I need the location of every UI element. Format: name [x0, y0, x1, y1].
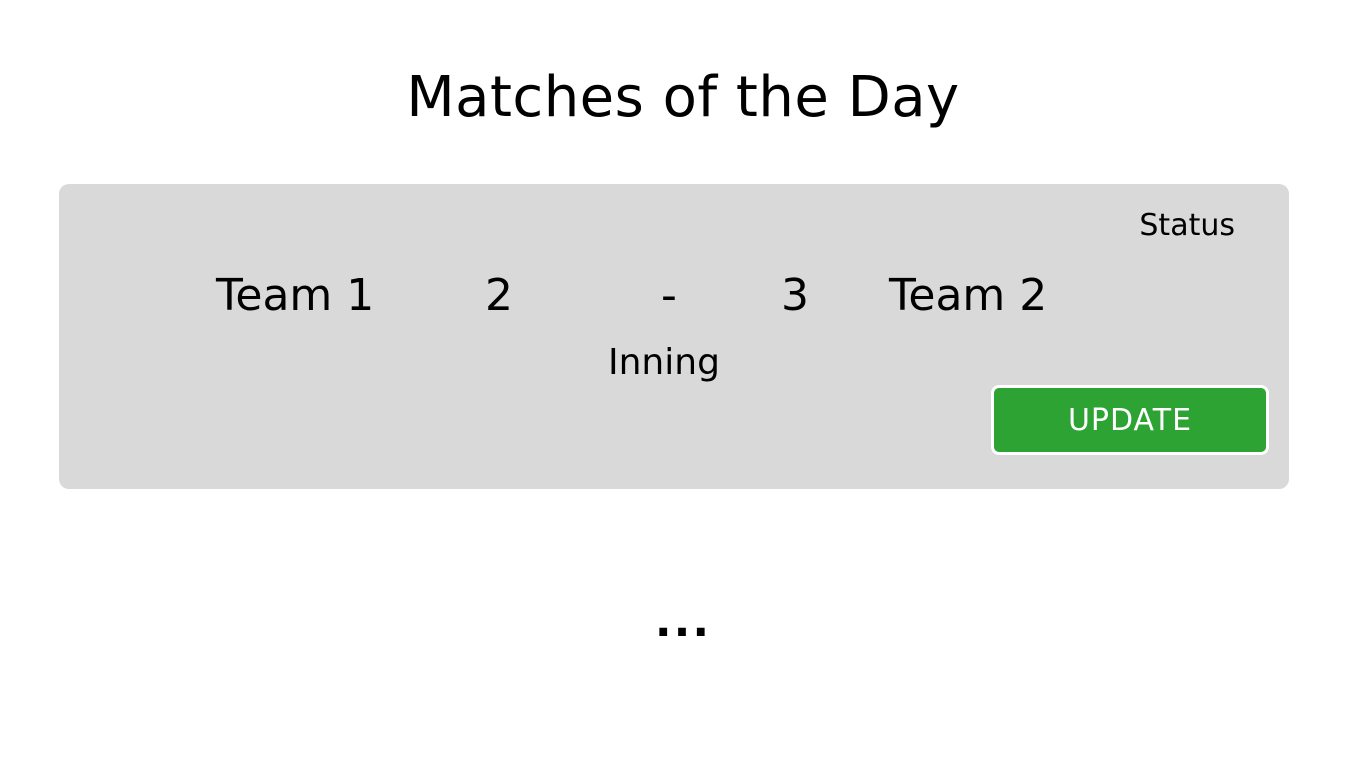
page: Matches of the Day Status Team 1 2 - 3 T…	[0, 0, 1366, 768]
page-title: Matches of the Day	[406, 65, 960, 130]
score-separator: -	[661, 270, 677, 321]
team2-score: 3	[781, 270, 809, 321]
inning-label: Inning	[608, 342, 720, 383]
team1-name: Team 1	[216, 270, 375, 321]
team2-name: Team 2	[889, 270, 1048, 321]
more-matches-indicator: ...	[654, 596, 712, 647]
update-button[interactable]: UPDATE	[991, 385, 1269, 455]
match-status: Status	[1139, 208, 1235, 243]
match-card: Status Team 1 2 - 3 Team 2 Inning UPDATE	[59, 184, 1289, 489]
team1-score: 2	[485, 270, 513, 321]
